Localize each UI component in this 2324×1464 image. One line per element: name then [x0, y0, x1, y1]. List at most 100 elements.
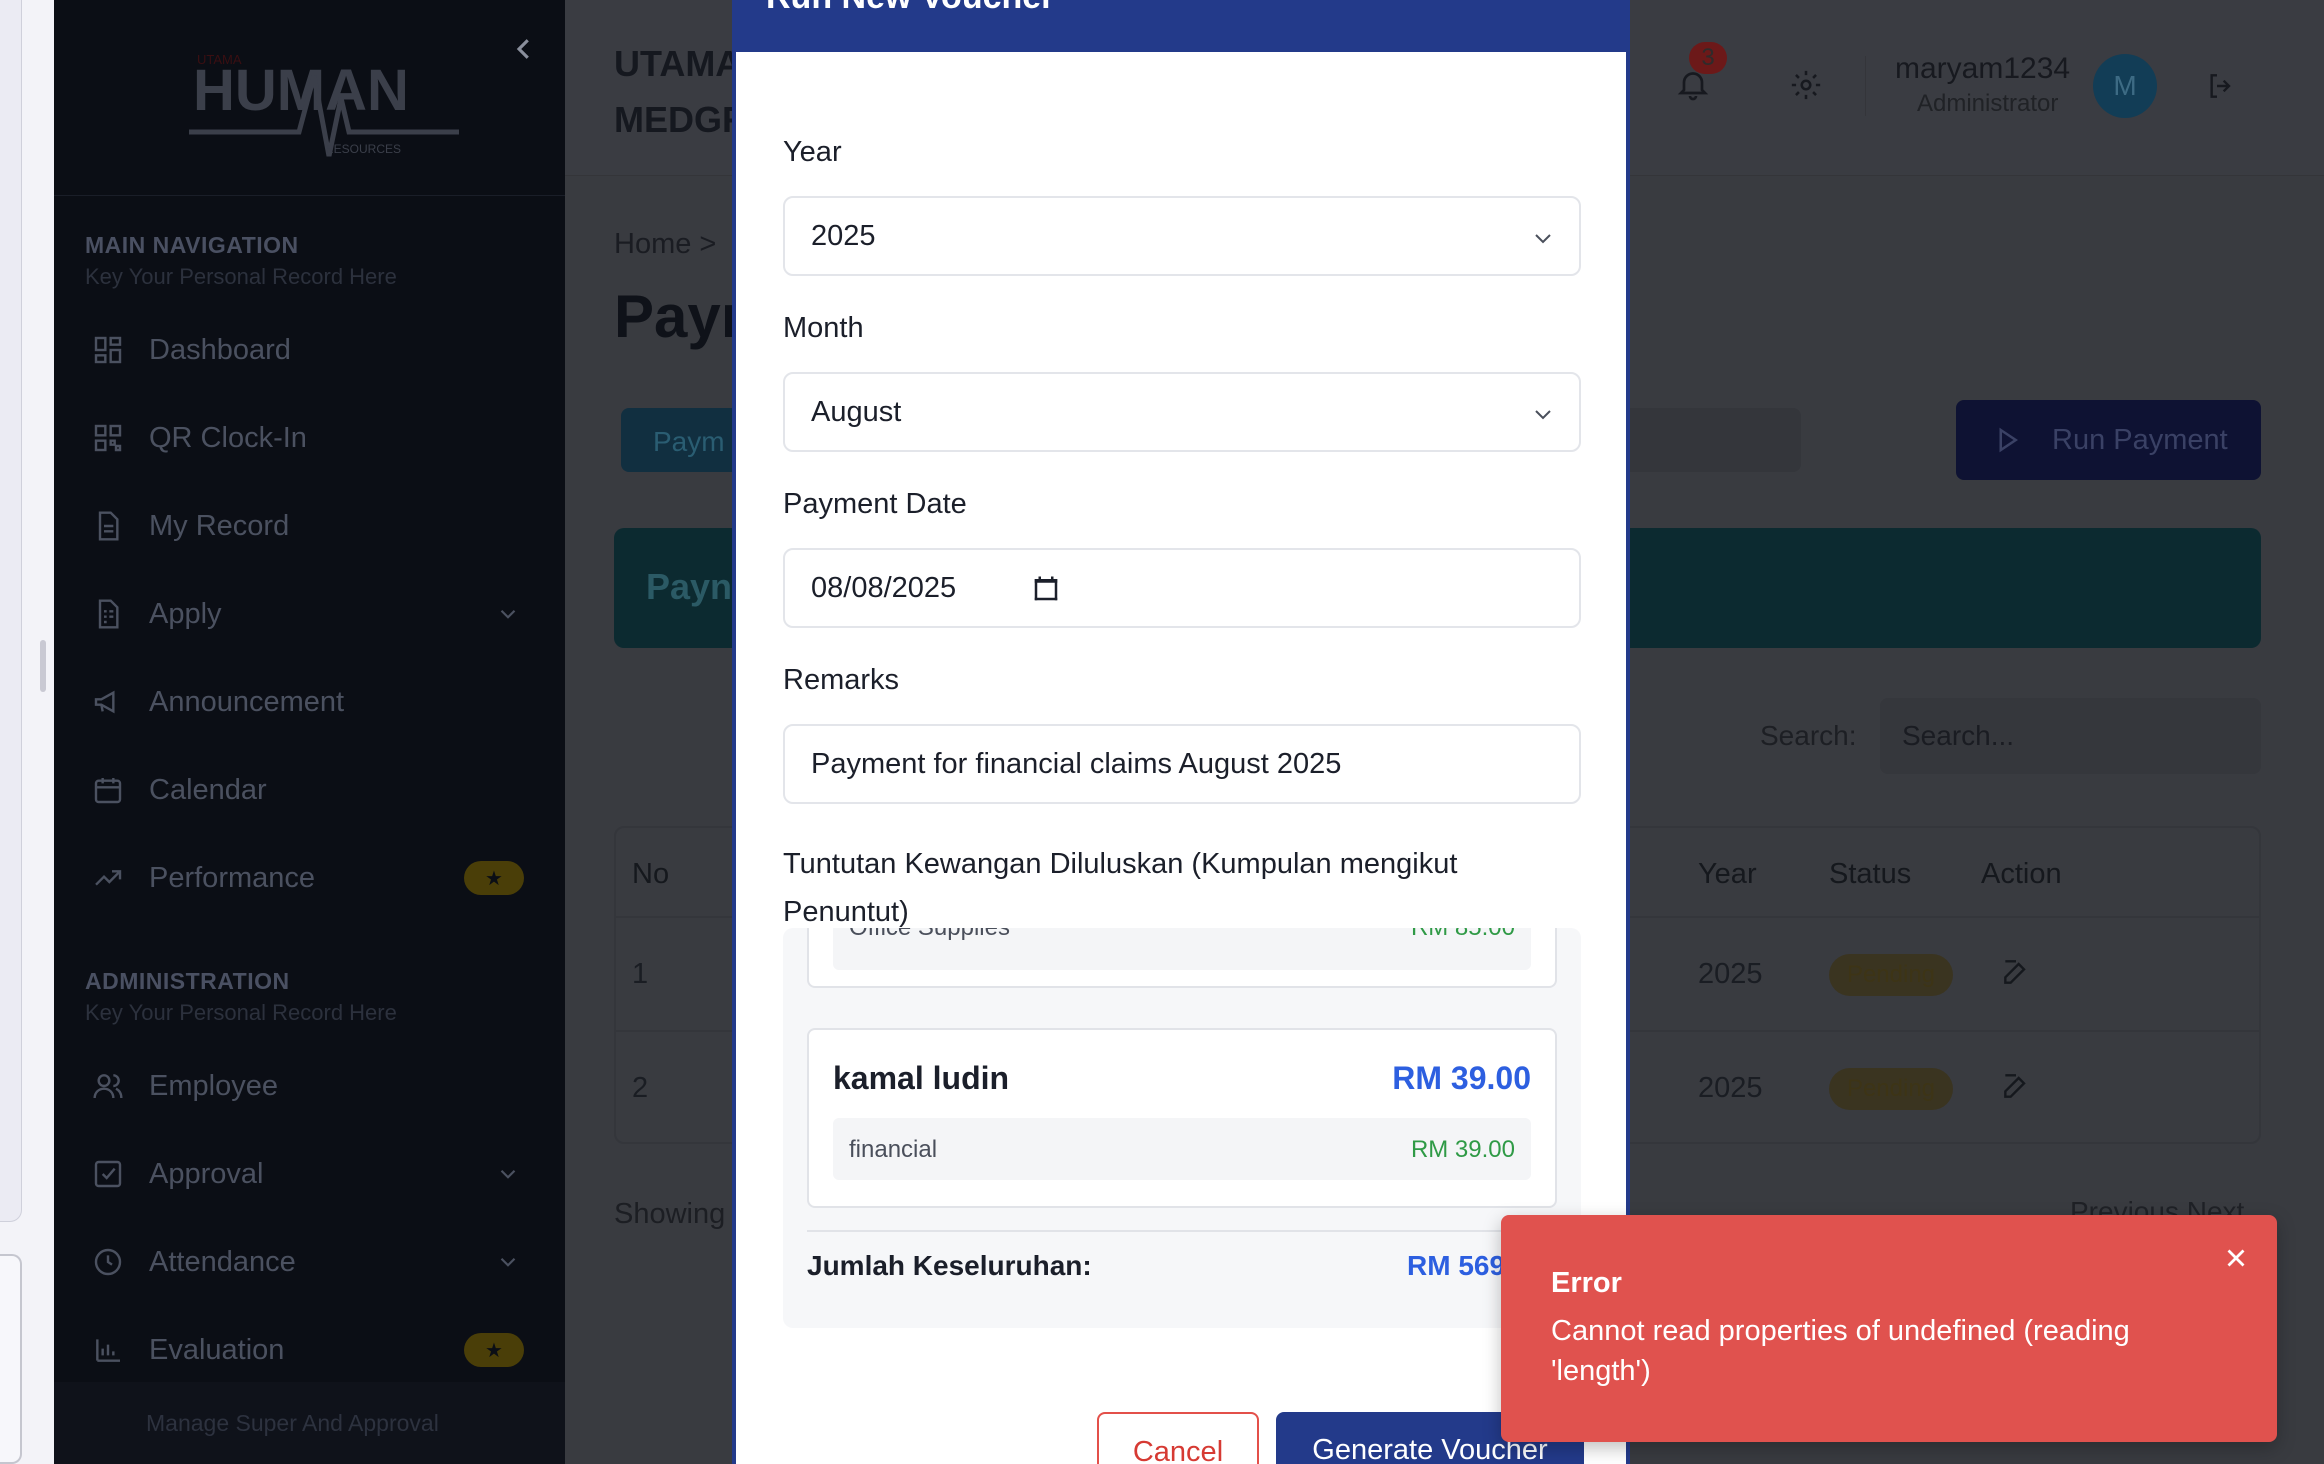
- tab-payment[interactable]: Paym: [621, 408, 741, 472]
- sidebar-item-label: Approval: [149, 1157, 264, 1190]
- header-divider: [1865, 56, 1866, 116]
- close-icon[interactable]: [2221, 1243, 2251, 1273]
- chevron-down-icon: [500, 1257, 516, 1267]
- claim-item-name: financial: [849, 1136, 938, 1163]
- gear-icon[interactable]: [1789, 68, 1823, 102]
- status-badge: Pending: [1829, 954, 1953, 996]
- sidebar-item-my-record[interactable]: My Record: [54, 496, 565, 556]
- run-payment-button[interactable]: Run Payment: [1956, 400, 2261, 480]
- chevron-down-icon: [500, 1169, 516, 1179]
- sidebar-item-approval[interactable]: Approval: [54, 1144, 565, 1204]
- user-role: Administrator: [1917, 90, 2059, 117]
- payment-date-input[interactable]: 08/08/2025: [783, 548, 1581, 628]
- chevron-down-icon: [1535, 410, 1551, 420]
- avatar[interactable]: M: [2093, 54, 2157, 118]
- column-header-year: Year: [1698, 858, 1757, 890]
- sidebar-item-calendar[interactable]: Calendar: [54, 760, 565, 820]
- logout-icon[interactable]: [2205, 70, 2237, 102]
- chevron-left-icon[interactable]: [509, 34, 539, 64]
- bar-chart-icon: [96, 1339, 120, 1362]
- row-1-no: 1: [632, 958, 649, 990]
- sidebar-item-evaluation[interactable]: Evaluation ★: [54, 1320, 565, 1380]
- side-panel: [0, 0, 22, 1222]
- modal-title: Run New Voucher: [766, 0, 1054, 17]
- grand-total-value: RM 569: [1407, 1250, 1506, 1281]
- cancel-button[interactable]: Cancel: [1097, 1412, 1259, 1464]
- year-value: 2025: [811, 220, 876, 252]
- year-select[interactable]: 2025: [783, 196, 1581, 276]
- qr-code-icon: [94, 424, 122, 452]
- claim-item-amount: RM 39.00: [1410, 1136, 1515, 1163]
- row-2-no: 2: [632, 1072, 649, 1104]
- search-label: Search:: [1760, 720, 1857, 751]
- grand-total-label: Jumlah Keseluruhan:: [807, 1250, 1092, 1281]
- sidebar-item-label: Calendar: [149, 773, 267, 806]
- column-header-action: Action: [1981, 858, 2062, 890]
- status-badge: Pending: [1829, 1068, 1953, 1110]
- edit-icon[interactable]: [2000, 1070, 2032, 1102]
- resize-handle[interactable]: [40, 640, 46, 692]
- company-name: UTAMA MEDGR: [614, 36, 748, 148]
- sidebar-item-attendance[interactable]: Attendance: [54, 1232, 565, 1292]
- check-square-icon: [94, 1160, 122, 1188]
- main-nav-subtitle: Key Your Personal Record Here: [85, 264, 397, 289]
- company-name-line1: UTAMA: [614, 43, 742, 84]
- edit-icon[interactable]: [2000, 956, 2032, 988]
- sidebar-item-announcement[interactable]: Announcement: [54, 672, 565, 732]
- sidebar: UTAMA HUMAN RESOURCES MAIN NAVIGATION Ke…: [54, 0, 565, 1464]
- modal-header: Run New Voucher: [736, 0, 1626, 52]
- megaphone-icon: [94, 690, 115, 714]
- form-icon: [98, 599, 119, 629]
- search-input[interactable]: Search...: [1880, 698, 2261, 774]
- chevron-down-icon: [500, 609, 516, 619]
- claims-list: Office Supplies RM 85.00 kamal ludin RM …: [783, 928, 1581, 1328]
- admin-section-subtitle: Key Your Personal Record Here: [85, 1000, 397, 1025]
- claim-card: Office Supplies RM 85.00: [807, 928, 1557, 988]
- toast-message: Cannot read properties of undefined (rea…: [1551, 1315, 2130, 1387]
- sidebar-item-performance[interactable]: Performance ★: [54, 848, 565, 908]
- star-badge: ★: [464, 1333, 524, 1367]
- users-icon: [93, 1074, 123, 1099]
- play-icon: [1999, 427, 2019, 453]
- payment-date-value: 08/08/2025: [811, 572, 957, 604]
- claim-card: kamal ludin RM 39.00 financial RM 39.00: [807, 1028, 1557, 1208]
- sidebar-item-qr-clock-in[interactable]: QR Clock-In: [54, 408, 565, 468]
- sidebar-item-label: Apply: [149, 597, 222, 630]
- total-divider: [807, 1230, 1557, 1232]
- month-label: Month: [783, 312, 864, 344]
- admin-section-title: ADMINISTRATION: [85, 968, 290, 994]
- document-icon: [98, 511, 119, 541]
- error-toast: Error Cannot read properties of undefine…: [1501, 1215, 2277, 1442]
- sidebar-item-dashboard[interactable]: Dashboard: [54, 320, 565, 380]
- breadcrumb: Home >: [614, 228, 717, 260]
- calendar-icon[interactable]: [1031, 574, 1061, 604]
- banner-text: Payn: [646, 566, 733, 607]
- calendar-icon: [94, 778, 122, 804]
- main-nav-title: MAIN NAVIGATION: [85, 232, 299, 258]
- dashboard-icon: [94, 336, 122, 364]
- chevron-down-icon: [1535, 234, 1551, 244]
- page-title: Payı: [614, 283, 738, 350]
- sidebar-item-label: Employee: [149, 1069, 278, 1102]
- month-select[interactable]: August: [783, 372, 1581, 452]
- claimant-name: kamal ludin: [833, 1060, 1010, 1096]
- company-name-line2: MEDGR: [614, 99, 748, 140]
- user-name: maryam1234: [1895, 52, 2071, 85]
- trending-up-icon: [95, 870, 122, 886]
- sidebar-item-employee[interactable]: Employee: [54, 1056, 565, 1116]
- remarks-input[interactable]: Payment for financial claims August 2025: [783, 724, 1581, 804]
- side-box: [0, 1254, 22, 1464]
- sidebar-sublink-manage-super[interactable]: Manage Super And Approval: [146, 1410, 439, 1437]
- month-value: August: [811, 396, 902, 428]
- sidebar-item-apply[interactable]: Apply: [54, 584, 565, 644]
- sidebar-item-label: Performance: [149, 861, 316, 894]
- remarks-label: Remarks: [783, 664, 900, 696]
- year-label: Year: [783, 136, 842, 168]
- notification-badge: 3: [1689, 42, 1727, 74]
- claim-item-row: Office Supplies RM 85.00: [833, 928, 1531, 970]
- company-logo: UTAMA HUMAN RESOURCES: [189, 52, 459, 157]
- showing-text: Showing: [614, 1198, 726, 1230]
- toast-title: Error: [1551, 1267, 1622, 1299]
- logo-main-text: HUMAN: [193, 58, 409, 123]
- logo-sub-text: RESOURCES: [325, 142, 401, 156]
